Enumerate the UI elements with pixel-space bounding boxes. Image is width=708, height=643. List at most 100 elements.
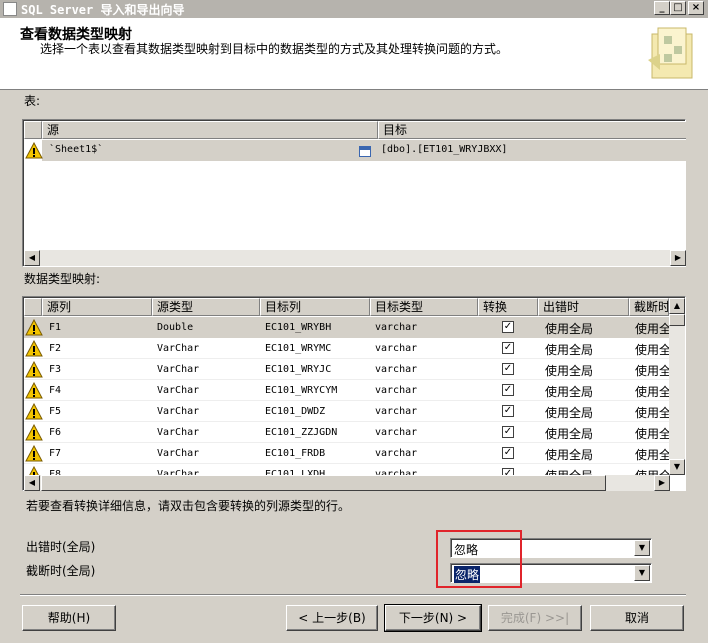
cell-trunc: 使用全 — [635, 427, 669, 441]
cell-dtype: varchar — [375, 343, 418, 354]
minimize-button[interactable]: _ — [654, 1, 670, 15]
cell-src: F1 — [49, 322, 62, 333]
on-error-global-value: 忽略 — [454, 543, 479, 557]
warning-icon — [25, 361, 43, 378]
scroll-right-button[interactable]: ▶ — [654, 475, 670, 491]
scroll-thumb[interactable] — [41, 475, 606, 491]
cell-src: F6 — [49, 427, 62, 438]
table-row[interactable]: F1 Double EC101_WRYBH varchar 使用全局 使用全 ✓ — [24, 317, 669, 338]
table-row[interactable]: F5 VarChar EC101_DWDZ varchar 使用全局 使用全 ✓ — [24, 401, 669, 422]
chevron-down-icon[interactable]: ▼ — [634, 540, 650, 556]
tables-hscrollbar[interactable]: ◀ ▶ — [24, 250, 686, 266]
warning-icon — [25, 445, 43, 462]
wizard-header: 查看数据类型映射 选择一个表以查看其数据类型映射到目标中的数据类型的方式及其处理… — [0, 18, 708, 90]
cell-dtype: varchar — [375, 322, 418, 333]
table-row[interactable]: F4 VarChar EC101_WRYCYM varchar 使用全局 使用全 ✓ — [24, 380, 669, 401]
cell-src: F3 — [49, 364, 62, 375]
next-button[interactable]: 下一步(N) > — [384, 604, 482, 632]
maximize-button[interactable]: □ — [670, 1, 686, 15]
convert-checkbox[interactable]: ✓ — [502, 342, 514, 354]
finish-button[interactable]: 完成(F) >>| — [488, 605, 582, 631]
col-header-on-error[interactable]: 出错时 — [538, 298, 629, 316]
cell-err: 使用全局 — [545, 448, 594, 462]
convert-checkbox[interactable]: ✓ — [502, 405, 514, 417]
scroll-thumb[interactable] — [669, 314, 685, 326]
col-header-source[interactable]: 源 — [42, 121, 378, 139]
cell-dtype: varchar — [375, 406, 418, 417]
warning-icon — [25, 319, 43, 336]
chevron-down-icon[interactable]: ▼ — [634, 565, 650, 581]
cell-dtype: varchar — [375, 448, 418, 459]
warning-icon — [25, 382, 43, 399]
on-trunc-global-select[interactable]: 忽略 ▼ — [450, 563, 652, 583]
convert-checkbox[interactable]: ✓ — [502, 384, 514, 396]
col-header-src-column[interactable]: 源列 — [42, 298, 152, 316]
col-header-convert[interactable]: 转换 — [478, 298, 538, 316]
tables-grid[interactable]: 源 目标 `Sheet1$` [dbo].[ET101_WRYJBXX] ◀ ▶ — [22, 119, 686, 267]
convert-checkbox[interactable]: ✓ — [502, 447, 514, 459]
cell-trunc: 使用全 — [635, 385, 669, 399]
cell-trunc: 使用全 — [635, 448, 669, 462]
cell-trunc: 使用全 — [635, 322, 669, 336]
cell-stype: VarChar — [157, 385, 200, 396]
cell-err: 使用全局 — [545, 322, 594, 336]
cancel-button[interactable]: 取消 — [590, 605, 684, 631]
scroll-left-button[interactable]: ◀ — [24, 475, 40, 491]
table-row[interactable]: F7 VarChar EC101_FRDB varchar 使用全局 使用全 ✓ — [24, 443, 669, 464]
close-button[interactable]: × — [688, 1, 704, 15]
on-error-global-select[interactable]: 忽略 ▼ — [450, 538, 652, 558]
title-bar: SQL Server 导入和导出向导 _ □ × — [0, 0, 708, 18]
convert-checkbox[interactable]: ✓ — [502, 363, 514, 375]
scroll-left-button[interactable]: ◀ — [24, 250, 40, 266]
convert-checkbox[interactable]: ✓ — [502, 321, 514, 333]
cell-err: 使用全局 — [545, 385, 594, 399]
cell-err: 使用全局 — [545, 343, 594, 357]
cell-src: F4 — [49, 385, 62, 396]
cell-stype: VarChar — [157, 343, 200, 354]
window-title: SQL Server 导入和导出向导 — [21, 2, 185, 17]
mapping-label: 数据类型映射: — [24, 272, 101, 286]
mapping-grid[interactable]: 源列 源类型 目标列 目标类型 转换 出错时 截断时 ▲ F1 Double EC1… — [22, 296, 686, 491]
cell-dst: EC101_DWDZ — [265, 406, 326, 417]
back-button[interactable]: < 上一步(B) — [286, 605, 378, 631]
cell-dst: EC101_WRYBH — [265, 322, 332, 333]
cell-dst: EC101_WRYMC — [265, 343, 332, 354]
mapping-vscrollbar[interactable] — [669, 314, 685, 469]
table-row[interactable]: F6 VarChar EC101_ZZJGDN varchar 使用全局 使用全 ✓ — [24, 422, 669, 443]
scroll-up-button[interactable]: ▲ — [669, 298, 685, 314]
scroll-down-button[interactable]: ▼ — [669, 459, 685, 475]
convert-checkbox[interactable]: ✓ — [502, 426, 514, 438]
table-row[interactable]: F3 VarChar EC101_WRYJC varchar 使用全局 使用全 ✓ — [24, 359, 669, 380]
wizard-logo-icon — [648, 27, 693, 79]
tables-target-cell: [dbo].[ET101_WRYJBXX] — [381, 144, 508, 155]
col-header-target[interactable]: 目标 — [378, 121, 686, 139]
cell-stype: VarChar — [157, 406, 200, 417]
help-button[interactable]: 帮助(H) — [22, 605, 116, 631]
cell-stype: VarChar — [157, 448, 200, 459]
cell-dtype: varchar — [375, 364, 418, 375]
cell-dst: EC101_WRYCYM — [265, 385, 338, 396]
cell-src: F7 — [49, 448, 62, 459]
cell-dtype: varchar — [375, 385, 418, 396]
cell-trunc: 使用全 — [635, 406, 669, 420]
warning-icon — [25, 142, 43, 159]
mapping-hscrollbar[interactable]: ◀ ▶ — [24, 475, 670, 491]
cell-err: 使用全局 — [545, 406, 594, 420]
cell-stype: VarChar — [157, 427, 200, 438]
col-header-on-trunc[interactable]: 截断时 — [629, 298, 669, 316]
tables-label: 表: — [24, 94, 41, 108]
col-header-src-type[interactable]: 源类型 — [152, 298, 260, 316]
cell-dst: EC101_WRYJC — [265, 364, 332, 375]
hint-text: 若要查看转换详细信息，请双击包含要转换的列源类型的行。 — [26, 499, 351, 513]
tables-source-cell: `Sheet1$` — [49, 144, 104, 155]
on-trunc-global-value: 忽略 — [454, 566, 481, 583]
col-header-dst-column[interactable]: 目标列 — [260, 298, 370, 316]
cell-dtype: varchar — [375, 427, 418, 438]
cell-err: 使用全局 — [545, 364, 594, 378]
table-row[interactable]: F2 VarChar EC101_WRYMC varchar 使用全局 使用全 ✓ — [24, 338, 669, 359]
cell-stype: VarChar — [157, 364, 200, 375]
col-header-dst-type[interactable]: 目标类型 — [370, 298, 478, 316]
warning-icon — [25, 424, 43, 441]
table-icon — [359, 146, 371, 157]
scroll-right-button[interactable]: ▶ — [670, 250, 686, 266]
